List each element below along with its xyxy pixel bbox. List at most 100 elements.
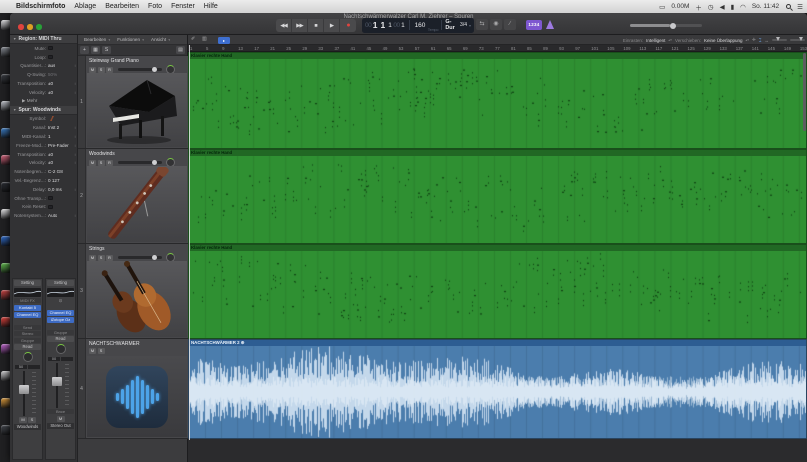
- track-header-woodwinds[interactable]: 2 Woodwinds M S R: [78, 149, 188, 244]
- plugin-slot[interactable]: iZotope Oz: [47, 317, 74, 323]
- plugin-slot[interactable]: Kontakt 5: [14, 304, 41, 311]
- track-menu-ansicht[interactable]: Ansicht ▾: [151, 37, 170, 42]
- row-value[interactable]: Inst 2: [48, 125, 59, 130]
- stepper-icon[interactable]: ↕: [74, 63, 76, 68]
- inspector-row[interactable]: Notensystem...: Auto ↕: [10, 211, 77, 220]
- menu-item-bearbeiten[interactable]: Bearbeiten: [105, 3, 139, 10]
- inspector-row[interactable]: Symbol:: [10, 115, 77, 124]
- menu-item-hilfe[interactable]: Hilfe: [204, 3, 218, 10]
- mute-button[interactable]: M: [89, 254, 96, 261]
- add-track-button[interactable]: +: [80, 46, 89, 54]
- inspector-row[interactable]: Kanal: Inst 2 ↕: [10, 123, 77, 132]
- waveform-zoom-slider[interactable]: [772, 37, 787, 41]
- track-name[interactable]: NACHTSCHWÄRMER: [89, 341, 140, 347]
- lcd-display[interactable]: 00 1 1 1 00 1 160 Tempo G-Dur 3/4 ▾: [362, 17, 474, 33]
- stepper-icon[interactable]: ↕: [74, 134, 76, 139]
- slot-midi fx[interactable]: MIDI FX: [14, 298, 41, 303]
- display-icon[interactable]: ▭: [659, 3, 665, 11]
- row-value[interactable]: 0 127: [48, 178, 60, 183]
- playhead[interactable]: [189, 45, 190, 440]
- inspector-row[interactable]: Velocity: ±0 ↕: [10, 159, 77, 168]
- slot-gruppe[interactable]: Gruppe: [47, 329, 74, 335]
- row-checkbox[interactable]: [48, 204, 53, 209]
- slider-thumb[interactable]: [151, 255, 157, 260]
- inspector-row[interactable]: Delay: 0,0 ms ↕: [10, 185, 77, 194]
- track-menu-bearbeiten[interactable]: Bearbeiten ▾: [84, 37, 110, 42]
- wifi-icon[interactable]: ◠: [740, 3, 746, 11]
- menu-item-ablage[interactable]: Ablage: [74, 3, 96, 10]
- slot-gruppe[interactable]: Gruppe: [14, 337, 41, 343]
- master-solo-button[interactable]: S: [102, 46, 111, 54]
- plugin-slot[interactable]: Channel EQ: [14, 312, 41, 318]
- row-value[interactable]: Pre-Fader: [48, 143, 69, 148]
- record-button[interactable]: ●: [340, 19, 356, 32]
- track-header-nachtschwärmer[interactable]: 4 NACHTSCHWÄRMER M S: [78, 339, 188, 439]
- bracket-tool-icon[interactable]: ▥: [202, 37, 207, 42]
- drag-dropdown[interactable]: Keine Überlappung: [704, 38, 743, 43]
- track-volume-slider[interactable]: [117, 160, 162, 165]
- solo-button[interactable]: S: [28, 417, 36, 423]
- row-checkbox[interactable]: [48, 46, 53, 51]
- notification-center-icon[interactable]: ☰: [797, 3, 803, 11]
- track-name[interactable]: Strings: [89, 246, 105, 252]
- track-volume-slider[interactable]: [117, 255, 162, 260]
- lcd-tempo[interactable]: 160 Tempo: [410, 18, 441, 33]
- row-value[interactable]: 1: [48, 134, 51, 139]
- cycle-icon[interactable]: ⇆: [476, 19, 488, 30]
- pan-value[interactable]: 50: [15, 364, 27, 369]
- pan-knob[interactable]: [14, 351, 41, 364]
- row-value[interactable]: aus: [48, 63, 55, 68]
- catch-playhead-badge[interactable]: ▸: [218, 37, 230, 44]
- inspector-row[interactable]: Velocity: ±0 ↕: [10, 88, 77, 97]
- spotlight-icon[interactable]: [786, 4, 792, 9]
- mute-button[interactable]: M: [19, 417, 27, 423]
- slider-thumb[interactable]: [151, 67, 157, 72]
- pan-knob[interactable]: [47, 343, 74, 356]
- bar-ruler[interactable]: 1 5 9 13 17 21 25 29 33 37 41 45 49 53 57 61 65 69 73 77 81 8…: [188, 45, 807, 52]
- battery-icon[interactable]: ▮: [731, 3, 735, 11]
- volume-icon[interactable]: ◀: [720, 3, 725, 11]
- slot-stereo[interactable]: Stereo: [14, 331, 41, 336]
- eq-thumbnail[interactable]: [47, 287, 74, 297]
- track-header-steinway-grand-piano[interactable]: 1 Steinway Grand Piano M S R: [78, 56, 188, 149]
- stepper-icon[interactable]: ↕: [74, 90, 76, 95]
- metronome-icon[interactable]: [546, 20, 554, 29]
- value-box[interactable]: [61, 356, 73, 361]
- track-volume-slider[interactable]: [117, 67, 162, 72]
- master-volume-slider[interactable]: [630, 22, 702, 29]
- stepper-icon[interactable]: ↕: [74, 213, 76, 218]
- solo-button[interactable]: S: [97, 66, 105, 73]
- read-button[interactable]: Read: [14, 344, 41, 350]
- snap-dropdown[interactable]: Intelligent: [646, 38, 665, 43]
- inspector-row[interactable]: Ohne Transp...:: [10, 194, 77, 203]
- stepper-icon[interactable]: ↕: [74, 143, 76, 148]
- solo-button[interactable]: S: [97, 348, 105, 354]
- row-value[interactable]: C-2 G8: [48, 169, 63, 174]
- inspector-row[interactable]: Kein Reset:: [10, 203, 77, 212]
- value-box[interactable]: [28, 364, 40, 369]
- menu-item-foto[interactable]: Foto: [148, 3, 162, 10]
- midi-region[interactable]: Klavier rechte Hand: [188, 244, 807, 339]
- menu-item-bildschirmfoto[interactable]: Bildschirmfoto: [16, 3, 65, 10]
- vertical-zoom-slider[interactable]: [790, 37, 805, 41]
- read-button[interactable]: Read: [47, 336, 74, 342]
- record-enable-button[interactable]: R: [106, 254, 113, 261]
- audio-region[interactable]: NACHTSCHWÄRMER 2 ⊕: [188, 339, 807, 439]
- row-checkbox[interactable]: [48, 196, 53, 201]
- zoom-fit-icon[interactable]: ↔: [765, 38, 770, 43]
- input-menu-icon[interactable]: ＋: [695, 2, 702, 12]
- rewind-button[interactable]: ◀◀: [276, 19, 292, 32]
- pencil-tool-icon[interactable]: ✐: [191, 37, 195, 42]
- volume-fader[interactable]: [14, 370, 41, 416]
- track-header-config-icon[interactable]: ▤: [176, 46, 185, 54]
- solo-button[interactable]: S: [97, 254, 105, 261]
- record-enable-button[interactable]: R: [106, 159, 113, 166]
- inspector-row[interactable]: Quantisier...: aus ↕: [10, 62, 77, 71]
- track-inspector-header[interactable]: ▼ Spur: Woodwinds: [10, 105, 77, 115]
- replace-icon[interactable]: ∕: [504, 19, 516, 30]
- play-button[interactable]: ▶: [324, 19, 340, 32]
- autopunch-icon[interactable]: ◉: [490, 19, 502, 30]
- track-header-strings[interactable]: 3 Strings M S R: [78, 244, 188, 339]
- inspector-row[interactable]: MIDI-Kanal: 1 ↕: [10, 132, 77, 141]
- stepper-icon[interactable]: ↕: [74, 160, 76, 165]
